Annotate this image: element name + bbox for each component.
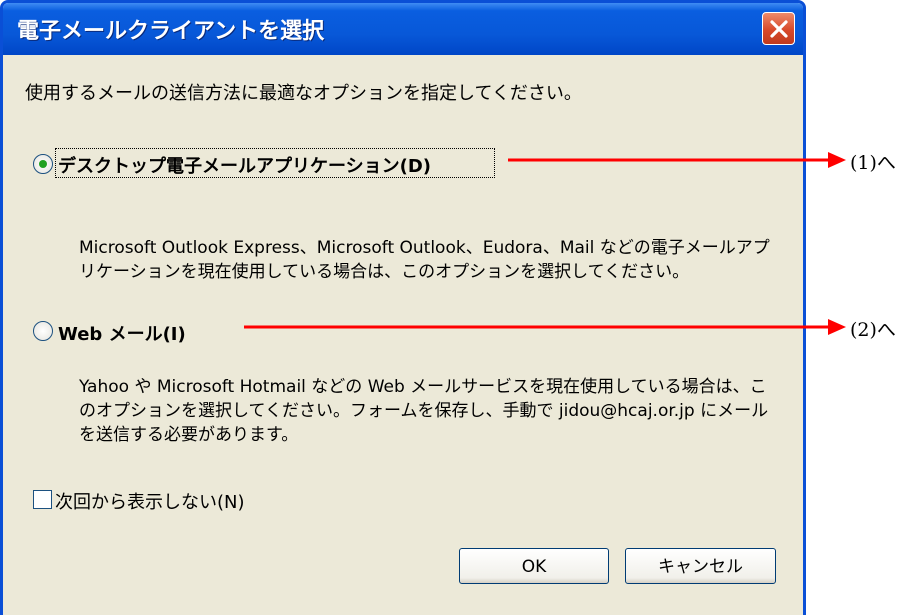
annotation-arrowhead-2 (828, 319, 846, 335)
annotation-arrowhead-1 (828, 152, 846, 168)
annotation-arrows (244, 152, 846, 335)
annotation-label-2: (2)へ (850, 319, 896, 341)
annotation-label-1: (1)へ (850, 152, 896, 174)
